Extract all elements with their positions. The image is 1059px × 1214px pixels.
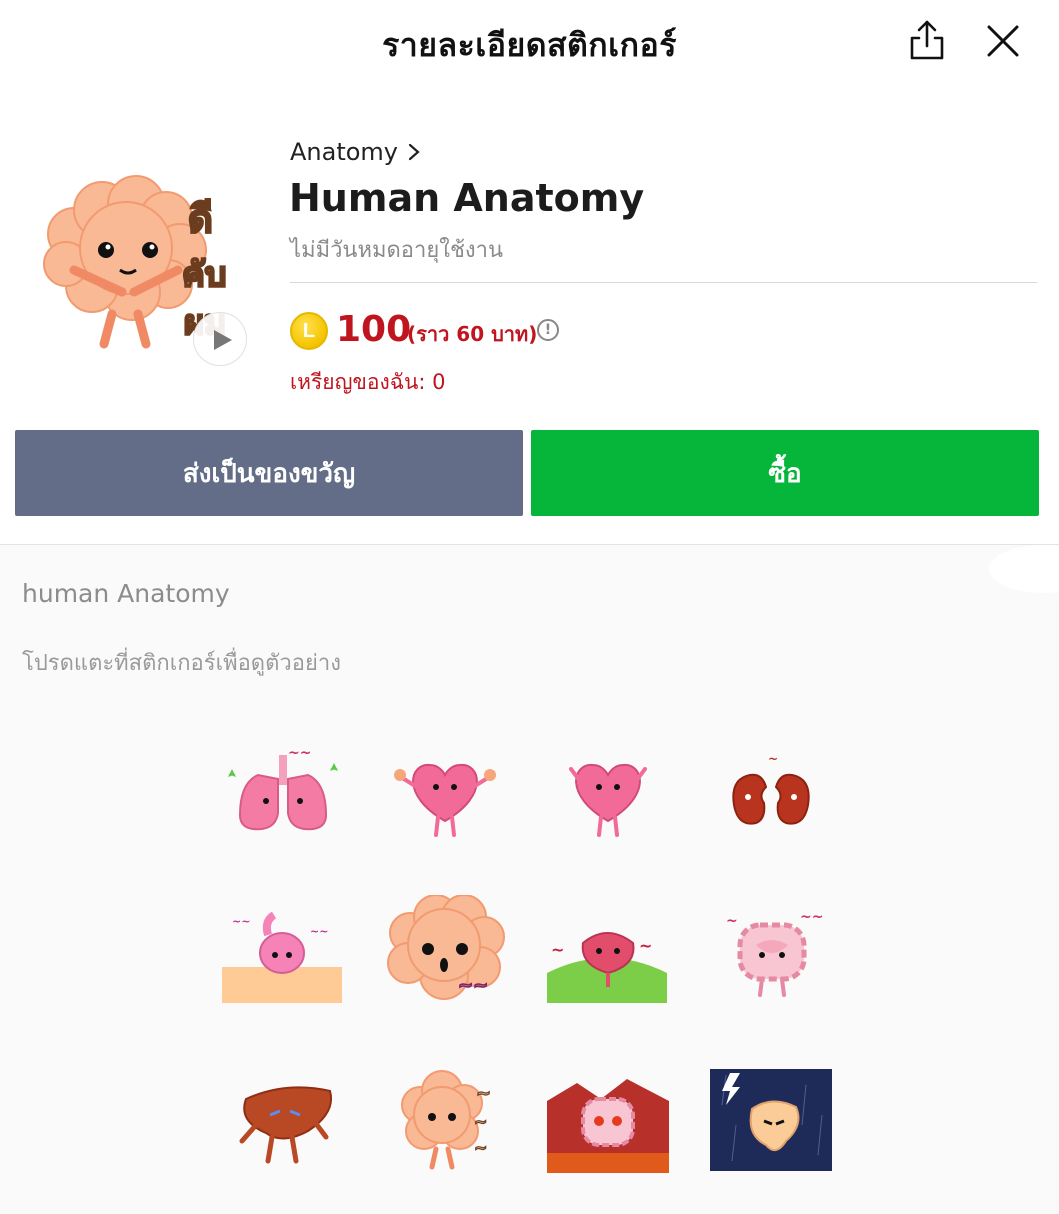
product-title: Human Anatomy xyxy=(289,176,645,220)
svg-text:~: ~ xyxy=(476,1083,491,1104)
main-sticker-text-1: ดี xyxy=(188,197,213,241)
stomach-storm-sticker[interactable] xyxy=(706,1065,836,1175)
liver-sticker[interactable] xyxy=(218,1065,348,1175)
category-label: Anatomy xyxy=(290,138,399,166)
stomach-peek-sticker[interactable]: ~~ ~~ xyxy=(218,895,348,1005)
svg-text:~~: ~~ xyxy=(310,925,328,938)
brain-shock-sticker[interactable]: ~~ xyxy=(380,894,510,1005)
close-icon[interactable] xyxy=(980,18,1026,64)
gift-button[interactable]: ส่งเป็นของขวัญ xyxy=(15,430,523,516)
svg-text:~: ~ xyxy=(551,940,564,959)
coin-balance: เหรียญของฉัน: 0 xyxy=(290,370,446,394)
play-preview-button[interactable] xyxy=(193,312,247,366)
intestine-sticker[interactable]: ~ ~~ xyxy=(706,895,836,1005)
sticker-gallery: human Anatomy โปรดแตะที่สติกเกอร์เพื่อดู… xyxy=(0,545,1059,1214)
svg-text:~: ~ xyxy=(639,936,652,955)
buy-button[interactable]: ซื้อ xyxy=(531,430,1039,516)
decorative-shape xyxy=(989,545,1059,593)
kidneys-sticker[interactable]: ~ xyxy=(706,735,836,845)
preview-hint: โปรดแตะที่สติกเกอร์เพื่อดูตัวอย่าง xyxy=(22,651,341,676)
svg-text:~: ~ xyxy=(474,1112,487,1131)
svg-text:~~: ~~ xyxy=(232,915,250,928)
heart-sticker[interactable] xyxy=(380,735,510,845)
svg-text:~: ~ xyxy=(726,913,738,929)
chevron-right-icon xyxy=(408,143,420,161)
price-approx: (ราว 60 บาท) xyxy=(407,322,538,346)
divider xyxy=(290,282,1037,283)
sticker-set-name: human Anatomy xyxy=(22,579,230,608)
top-bar: รายละเอียดสติกเกอร์ xyxy=(0,0,1059,86)
svg-text:~~: ~~ xyxy=(800,909,823,925)
price-value: 100 xyxy=(336,309,412,350)
svg-text:~~: ~~ xyxy=(458,975,488,996)
info-icon[interactable]: ! xyxy=(537,319,559,341)
svg-text:~: ~ xyxy=(768,752,778,766)
bladder-sticker[interactable]: ~ ~ xyxy=(543,895,673,1005)
expiry-text: ไม่มีวันหมดอายุใช้งาน xyxy=(290,238,504,263)
lungs-sticker[interactable]: ~~ xyxy=(218,735,348,845)
brain-thanks-sticker[interactable]: ~ ~ ~ xyxy=(380,1065,510,1175)
heart-wave-sticker[interactable] xyxy=(543,735,673,845)
line-coin-icon: L xyxy=(290,312,328,350)
category-link[interactable]: Anatomy xyxy=(290,138,420,166)
svg-text:~~: ~~ xyxy=(288,745,311,761)
share-icon[interactable] xyxy=(904,18,950,64)
intestine-angry-sticker[interactable] xyxy=(543,1065,673,1175)
svg-text:~: ~ xyxy=(474,1138,487,1157)
page-title: รายละเอียดสติกเกอร์ xyxy=(382,26,677,64)
main-sticker-text-2: คับ xyxy=(182,255,226,295)
